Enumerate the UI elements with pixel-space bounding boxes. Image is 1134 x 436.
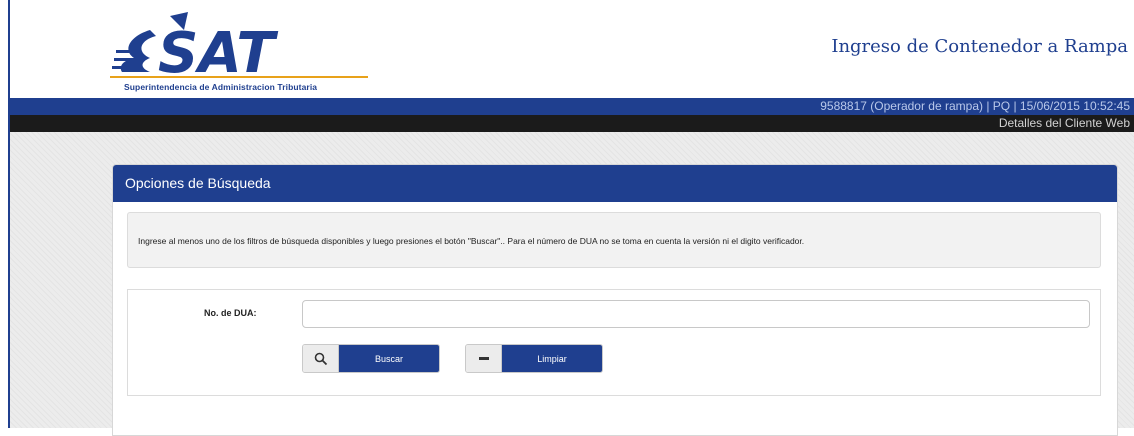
sat-logo: SAT Superintendencia de Administracion T… [110,8,370,94]
clear-button[interactable]: Limpiar [465,344,603,373]
search-options-panel: Opciones de Búsqueda Ingrese al menos un… [112,164,1118,436]
dua-label: No. de DUA: [204,308,257,318]
instructions-notice: Ingrese al menos uno de los filtros de b… [127,212,1101,268]
panel-title: Opciones de Búsqueda [113,165,1117,202]
page-title: Ingreso de Contenedor a Rampa [831,36,1128,57]
main-content: Opciones de Búsqueda Ingrese al menos un… [10,132,1134,436]
search-button[interactable]: Buscar [302,344,440,373]
logo-subtitle: Superintendencia de Administracion Tribu… [124,82,318,92]
search-button-label: Buscar [339,345,439,372]
header: SAT Superintendencia de Administracion T… [10,0,1134,98]
client-details-link[interactable]: Detalles del Cliente Web [10,115,1134,132]
dua-input[interactable] [302,300,1090,328]
user-session-bar: 9588817 (Operador de rampa) | PQ | 15/06… [10,98,1134,115]
minus-icon [466,345,502,372]
search-form: No. de DUA: Buscar Limpiar [127,289,1101,396]
clear-button-label: Limpiar [502,345,602,372]
search-icon [303,345,339,372]
